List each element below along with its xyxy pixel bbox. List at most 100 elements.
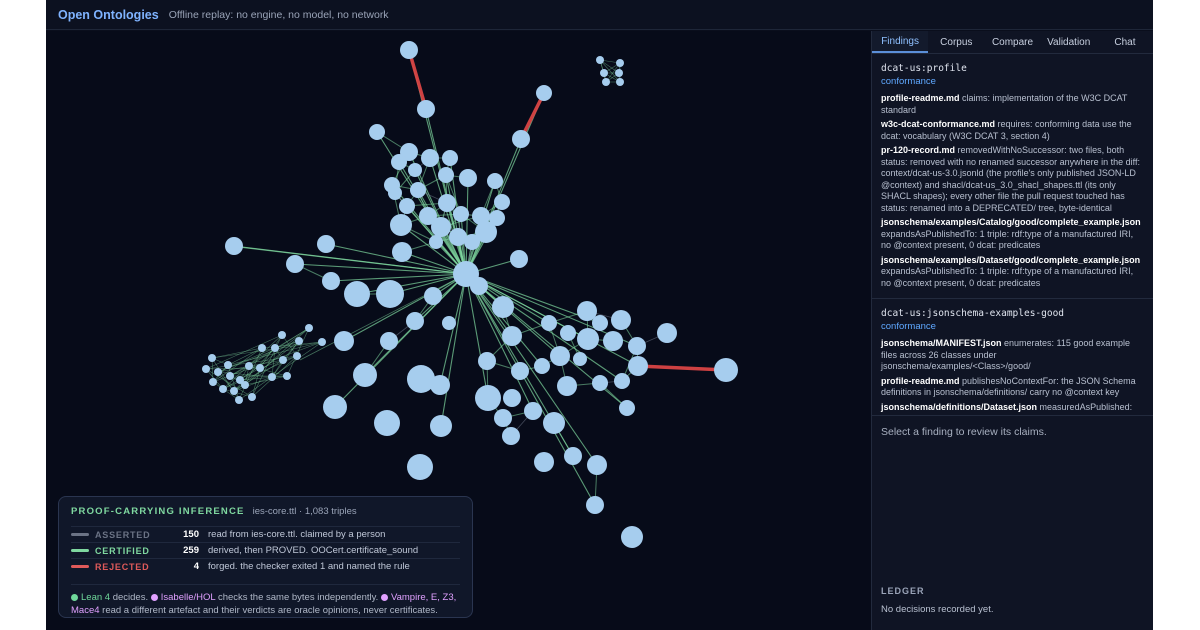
claim-item[interactable]: jsonschema/examples/Catalog/good/complet… [881,217,1144,252]
graph-node[interactable] [550,346,570,366]
graph-node[interactable] [475,385,501,411]
graph-node[interactable] [376,280,404,308]
claim-item[interactable]: jsonschema/examples/Dataset/good/complet… [881,255,1144,290]
graph-node[interactable] [278,331,286,339]
graph-node[interactable] [323,395,347,419]
graph-node[interactable] [202,365,210,373]
graph-node[interactable] [399,198,415,214]
graph-node[interactable] [430,375,450,395]
graph-node[interactable] [577,328,599,350]
graph-node[interactable] [438,194,456,212]
graph-node[interactable] [536,85,552,101]
graph-node[interactable] [510,250,528,268]
claim-item[interactable]: profile-readme.md claims: implementation… [881,93,1144,116]
graph-node[interactable] [438,167,454,183]
graph-node[interactable] [587,455,607,475]
graph-node[interactable] [628,356,648,376]
graph-node[interactable] [557,376,577,396]
graph-node[interactable] [534,452,554,472]
graph-node[interactable] [353,363,377,387]
graph-node[interactable] [603,331,623,351]
graph-node[interactable] [258,344,266,352]
claim-item[interactable]: jsonschema/MANIFEST.json enumerates: 115… [881,338,1144,373]
graph-node[interactable] [214,368,222,376]
graph-node[interactable] [235,396,243,404]
graph-node[interactable] [417,100,435,118]
graph-node[interactable] [560,325,576,341]
graph-node[interactable] [410,182,426,198]
graph-node[interactable] [424,287,442,305]
graph-node[interactable] [619,400,635,416]
graph-node[interactable] [616,78,624,86]
graph-node[interactable] [219,385,227,393]
graph-node[interactable] [388,186,402,200]
graph-node[interactable] [256,364,264,372]
graph-node[interactable] [317,235,335,253]
claim-item[interactable]: jsonschema/definitions/Dataset.json meas… [881,402,1144,414]
graph-node[interactable] [573,352,587,366]
graph-node[interactable] [615,69,623,77]
graph-node[interactable] [369,124,385,140]
claim-item[interactable]: profile-readme.md publishesNoContextFor:… [881,376,1144,399]
graph-node[interactable] [245,362,253,370]
graph-node[interactable] [344,281,370,307]
claim-item[interactable]: w3c-dcat-conformance.md requires: confor… [881,119,1144,142]
graph-node[interactable] [494,194,510,210]
graph-node[interactable] [470,277,488,295]
graph-node[interactable] [503,389,521,407]
brand-title[interactable]: Open Ontologies [58,8,159,22]
graph-node[interactable] [442,150,458,166]
graph-node[interactable] [621,526,643,548]
graph-node[interactable] [429,235,443,249]
graph-node[interactable] [600,69,608,77]
graph-node[interactable] [392,242,412,262]
graph-node[interactable] [464,234,480,250]
graph-node[interactable] [602,78,610,86]
graph-node[interactable] [224,361,232,369]
graph-node[interactable] [390,214,412,236]
finding-title[interactable]: dcat-us:jsonschema-examples-good [881,308,1144,319]
graph-node[interactable] [226,372,234,380]
graph-node[interactable] [380,332,398,350]
graph-node[interactable] [502,427,520,445]
graph-node[interactable] [408,163,422,177]
graph-node[interactable] [628,337,646,355]
graph-node[interactable] [453,206,469,222]
graph-node[interactable] [614,373,630,389]
graph-node[interactable] [492,296,514,318]
graph-node[interactable] [236,376,244,384]
graph-node[interactable] [592,375,608,391]
graph-node[interactable] [511,362,529,380]
tab-corpus[interactable]: Corpus [928,31,984,53]
finding-title[interactable]: dcat-us:profile [881,63,1144,74]
graph-node[interactable] [295,337,303,345]
graph-node[interactable] [596,56,604,64]
tab-compare[interactable]: Compare [984,31,1040,53]
claim-item[interactable]: pr-120-record.md removedWithNoSuccessor:… [881,145,1144,214]
graph-node[interactable] [305,324,313,332]
graph-node[interactable] [459,169,477,187]
graph-node[interactable] [611,310,631,330]
tab-validation[interactable]: Validation [1041,31,1097,53]
graph-node[interactable] [322,272,340,290]
graph-node[interactable] [714,358,738,382]
graph-node[interactable] [209,378,217,386]
graph-node[interactable] [541,315,557,331]
graph-node[interactable] [586,496,604,514]
graph-node[interactable] [512,130,530,148]
graph-node[interactable] [543,412,565,434]
tab-chat[interactable]: Chat [1097,31,1153,53]
graph-node[interactable] [478,352,496,370]
graph-node[interactable] [494,409,512,427]
graph-node[interactable] [407,454,433,480]
graph-node[interactable] [248,393,256,401]
graph-node[interactable] [442,316,456,330]
findings-list[interactable]: dcat-us:profile conformance profile-readme… [872,54,1153,416]
graph-node[interactable] [524,402,542,420]
graph-node[interactable] [487,173,503,189]
graph-node[interactable] [208,354,216,362]
graph-node[interactable] [657,323,677,343]
graph-node[interactable] [286,255,304,273]
graph-node[interactable] [230,387,238,395]
finding-group[interactable]: dcat-us:jsonschema-examples-good conforma… [872,299,1153,415]
